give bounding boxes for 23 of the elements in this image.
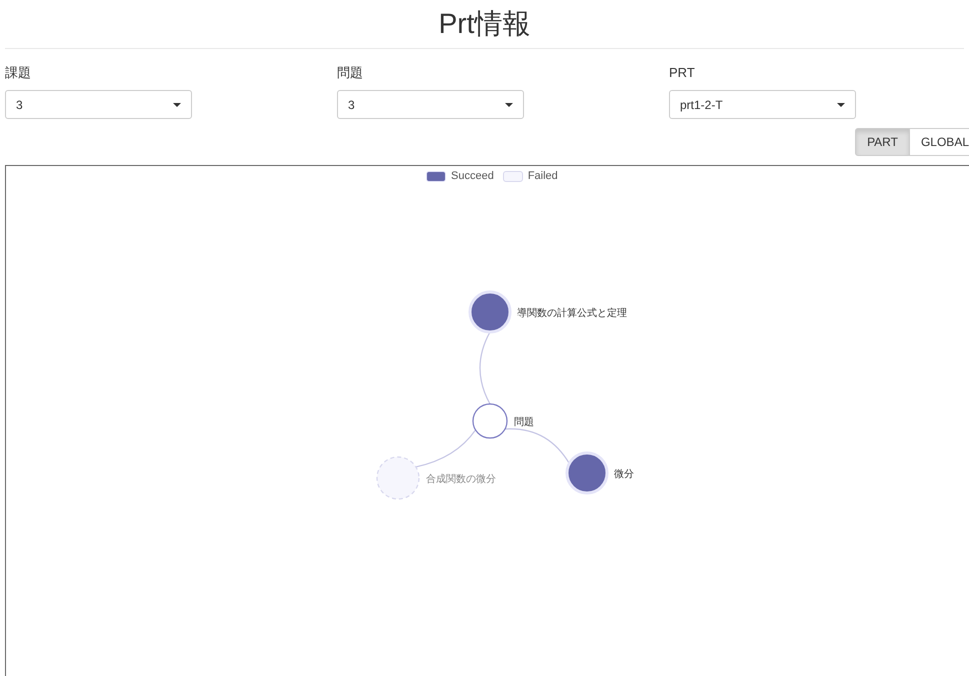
dropdown-select[interactable]: 3 (337, 90, 524, 119)
legend-swatch (426, 170, 446, 182)
view-toggle-button[interactable]: GLOBAL (908, 128, 969, 156)
node-label: 問題 (514, 417, 534, 428)
node-label: 合成関数の微分 (426, 474, 496, 485)
caret-icon (173, 102, 181, 106)
view-toggle-button[interactable]: PART (855, 128, 910, 156)
caret-icon (837, 102, 845, 106)
caret-icon (505, 102, 513, 106)
legend-item[interactable]: Failed (502, 170, 558, 182)
dropdown-select[interactable]: prt1-2-T (669, 90, 856, 119)
graph-edge (416, 430, 476, 468)
node-label: 微分 (614, 469, 634, 480)
node-label: 導関数の計算公式と定理 (517, 308, 627, 319)
page-title: Prt情報 (438, 7, 532, 41)
graph-node[interactable] (472, 403, 508, 439)
field-label: 課題 (5, 65, 32, 81)
graph-edge (504, 428, 570, 464)
field-label: PRT (669, 65, 696, 81)
legend-item[interactable]: Succeed (426, 170, 494, 182)
legend-swatch (502, 170, 523, 182)
dropdown-select[interactable]: 3 (5, 90, 192, 119)
field-label: 問題 (337, 65, 364, 81)
